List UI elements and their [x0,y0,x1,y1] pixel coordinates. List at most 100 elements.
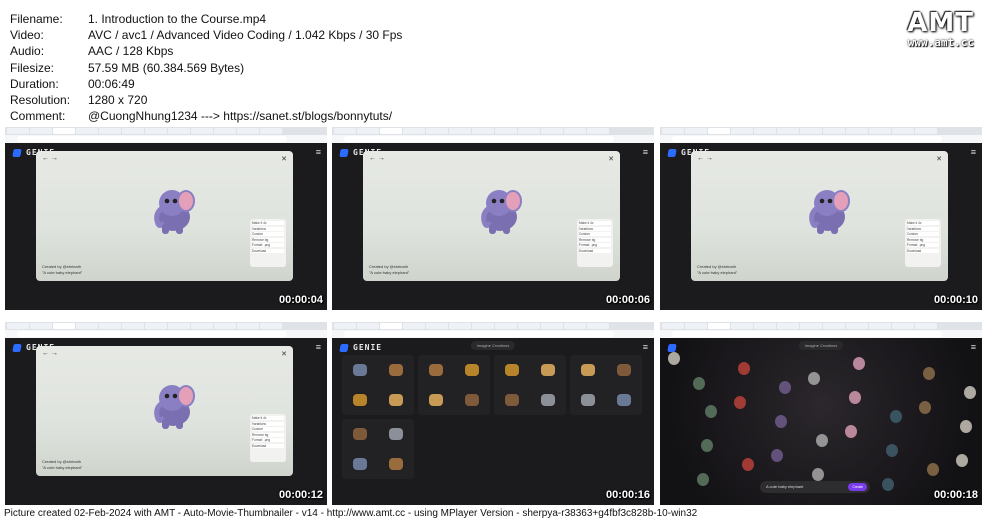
creation-card[interactable] [494,355,566,415]
browser-tab [449,128,471,134]
option-button[interactable]: Remove bg [907,237,939,242]
hamburger-icon[interactable]: ≡ [316,147,321,157]
option-button[interactable]: Format: .png [579,243,611,247]
close-icon[interactable]: ✕ [281,350,287,358]
explore-object[interactable] [742,458,754,471]
browser-tab [518,323,540,329]
explore-object[interactable] [779,381,791,394]
option-button[interactable]: Format: .png [907,243,939,247]
option-button[interactable]: Custom [579,232,611,236]
creation-thumbnail[interactable] [429,364,443,376]
creation-thumbnail[interactable] [465,394,479,406]
explore-object[interactable] [964,386,976,399]
explore-object[interactable] [886,444,898,457]
creation-thumbnail[interactable] [429,394,443,406]
hamburger-icon[interactable]: ≡ [316,342,321,352]
creation-thumbnail[interactable] [505,394,519,406]
option-button[interactable]: Download [579,248,611,253]
hamburger-icon[interactable]: ≡ [643,147,648,157]
creation-thumbnail[interactable] [505,364,519,376]
option-button[interactable]: Format: .png [252,243,284,247]
option-button[interactable]: Variations [907,226,939,231]
explore-object[interactable] [882,478,894,491]
option-button[interactable]: Variations [252,226,284,231]
creation-thumbnail[interactable] [541,394,555,406]
explore-object[interactable] [890,410,902,423]
explore-object[interactable] [960,420,972,433]
elephant-image [142,184,200,239]
option-button[interactable]: Download [252,248,284,253]
creation-thumbnail[interactable] [353,364,367,376]
info-row: Video: AVC / avc1 / Advanced Video Coding… [10,28,403,43]
creation-card[interactable] [570,355,642,415]
browser-tab [357,128,379,134]
creation-thumbnail[interactable] [541,364,555,376]
nav-arrows[interactable]: ← → [697,155,713,162]
prompt-input[interactable]: A cute baby elephant Create [760,481,870,493]
explore-object[interactable] [849,391,861,404]
option-button[interactable]: Format: .png [252,438,284,442]
nav-arrows[interactable]: ← → [42,155,58,162]
mode-tabs: Imagine Creations [798,341,844,350]
nav-arrows[interactable]: ← → [369,155,385,162]
explore-object[interactable] [845,425,857,438]
creation-thumbnail[interactable] [353,428,367,440]
browser-tab [168,128,190,134]
creation-thumbnail[interactable] [465,364,479,376]
explore-object[interactable] [771,449,783,462]
option-button[interactable]: Variations [252,421,284,426]
explore-object[interactable] [693,377,705,390]
creation-thumbnail[interactable] [389,394,403,406]
explore-object[interactable] [775,415,787,428]
option-button[interactable]: Download [252,443,284,448]
creation-thumbnail[interactable] [353,458,367,470]
creation-thumbnail[interactable] [389,364,403,376]
explore-object[interactable] [853,357,865,370]
option-button[interactable]: Remove bg [579,237,611,242]
explore-object[interactable] [927,463,939,476]
creation-thumbnail[interactable] [581,364,595,376]
explore-object[interactable] [923,367,935,380]
close-icon[interactable]: ✕ [608,155,614,163]
close-icon[interactable]: ✕ [281,155,287,163]
explore-object[interactable] [738,362,750,375]
creation-thumbnail[interactable] [617,364,631,376]
creation-card[interactable] [342,419,414,479]
creation-thumbnail[interactable] [389,458,403,470]
option-button[interactable]: Custom [252,232,284,236]
option-button[interactable]: Remove bg [252,432,284,437]
option-button[interactable]: Variations [579,226,611,231]
explore-object[interactable] [956,454,968,467]
option-button[interactable]: Make it 4x [579,221,611,225]
option-button[interactable]: Download [907,248,939,253]
explore-object[interactable] [705,405,717,418]
option-button[interactable]: Make it 4x [252,416,284,420]
creation-card[interactable] [342,355,414,415]
close-icon[interactable]: ✕ [936,155,942,163]
credit-text: Created by @shrinath "A cute baby elephan… [697,264,737,275]
option-button[interactable]: Custom [907,232,939,236]
option-button[interactable]: Remove bg [252,237,284,242]
explore-object[interactable] [808,372,820,385]
hamburger-icon[interactable]: ≡ [971,147,976,157]
explore-object[interactable] [701,439,713,452]
creation-thumbnail[interactable] [581,394,595,406]
create-button[interactable]: Create [848,483,867,491]
explore-object[interactable] [816,434,828,447]
creation-card[interactable] [418,355,490,415]
explore-object[interactable] [668,352,680,365]
option-button[interactable]: Make it 4x [252,221,284,225]
hamburger-icon[interactable]: ≡ [643,342,648,352]
explore-object[interactable] [812,468,824,481]
creation-thumbnail[interactable] [617,394,631,406]
hamburger-icon[interactable]: ≡ [971,342,976,352]
explore-object[interactable] [919,401,931,414]
explore-object[interactable] [734,396,746,409]
browser-tab [168,323,190,329]
creation-thumbnail[interactable] [389,428,403,440]
explore-object[interactable] [697,473,709,486]
option-button[interactable]: Make it 4x [907,221,939,225]
nav-arrows[interactable]: ← → [42,350,58,357]
creation-thumbnail[interactable] [353,394,367,406]
option-button[interactable]: Custom [252,427,284,431]
